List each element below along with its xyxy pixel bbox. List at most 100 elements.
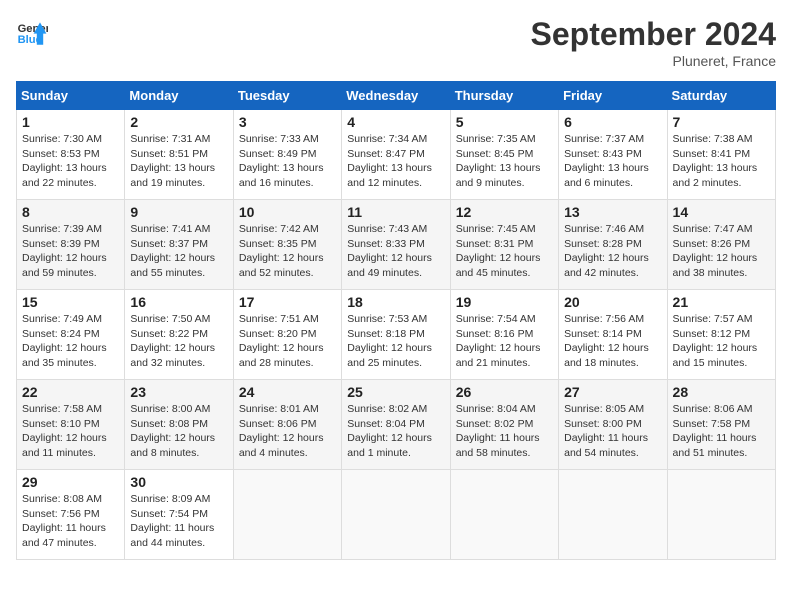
calendar-cell: 6 Sunrise: 7:37 AM Sunset: 8:43 PM Daylig… [559,110,667,200]
day-info: Sunrise: 7:58 AM Sunset: 8:10 PM Dayligh… [22,402,119,461]
day-number: 26 [456,384,553,400]
day-info: Sunrise: 7:39 AM Sunset: 8:39 PM Dayligh… [22,222,119,281]
day-number: 28 [673,384,770,400]
title-block: September 2024 Pluneret, France [531,16,776,69]
day-info: Sunrise: 8:01 AM Sunset: 8:06 PM Dayligh… [239,402,336,461]
day-info: Sunrise: 7:46 AM Sunset: 8:28 PM Dayligh… [564,222,661,281]
header-friday: Friday [559,82,667,110]
day-info: Sunrise: 7:50 AM Sunset: 8:22 PM Dayligh… [130,312,227,371]
day-number: 25 [347,384,444,400]
location: Pluneret, France [531,53,776,69]
calendar-cell: 4 Sunrise: 7:34 AM Sunset: 8:47 PM Daylig… [342,110,450,200]
day-number: 9 [130,204,227,220]
day-number: 15 [22,294,119,310]
calendar-week-row: 8 Sunrise: 7:39 AM Sunset: 8:39 PM Daylig… [17,200,776,290]
day-info: Sunrise: 7:53 AM Sunset: 8:18 PM Dayligh… [347,312,444,371]
calendar-cell: 18 Sunrise: 7:53 AM Sunset: 8:18 PM Dayli… [342,290,450,380]
calendar-cell: 14 Sunrise: 7:47 AM Sunset: 8:26 PM Dayli… [667,200,775,290]
day-number: 21 [673,294,770,310]
calendar-cell: 20 Sunrise: 7:56 AM Sunset: 8:14 PM Dayli… [559,290,667,380]
day-info: Sunrise: 8:08 AM Sunset: 7:56 PM Dayligh… [22,492,119,551]
calendar-cell: 22 Sunrise: 7:58 AM Sunset: 8:10 PM Dayli… [17,380,125,470]
day-info: Sunrise: 8:09 AM Sunset: 7:54 PM Dayligh… [130,492,227,551]
day-info: Sunrise: 7:37 AM Sunset: 8:43 PM Dayligh… [564,132,661,191]
day-info: Sunrise: 7:35 AM Sunset: 8:45 PM Dayligh… [456,132,553,191]
day-info: Sunrise: 7:45 AM Sunset: 8:31 PM Dayligh… [456,222,553,281]
calendar-cell: 28Sunrise: 8:06 AM Sunset: 7:58 PM Dayli… [667,380,775,470]
day-number: 19 [456,294,553,310]
day-info: Sunrise: 7:42 AM Sunset: 8:35 PM Dayligh… [239,222,336,281]
day-info: Sunrise: 8:02 AM Sunset: 8:04 PM Dayligh… [347,402,444,461]
day-number: 11 [347,204,444,220]
day-number: 7 [673,114,770,130]
calendar-cell: 23 Sunrise: 8:00 AM Sunset: 8:08 PM Dayli… [125,380,233,470]
day-number: 10 [239,204,336,220]
calendar-cell [667,470,775,560]
day-info: Sunrise: 7:38 AM Sunset: 8:41 PM Dayligh… [673,132,770,191]
logo: General Blue [16,16,48,48]
calendar-cell: 29 Sunrise: 8:08 AM Sunset: 7:56 PM Dayli… [17,470,125,560]
day-number: 14 [673,204,770,220]
calendar-cell [559,470,667,560]
day-number: 16 [130,294,227,310]
calendar-body: 1Sunrise: 7:30 AM Sunset: 8:53 PM Daylig… [17,110,776,560]
day-info: Sunrise: 7:47 AM Sunset: 8:26 PM Dayligh… [673,222,770,281]
calendar-cell [342,470,450,560]
header-monday: Monday [125,82,233,110]
header-saturday: Saturday [667,82,775,110]
day-number: 17 [239,294,336,310]
calendar-cell: 8 Sunrise: 7:39 AM Sunset: 8:39 PM Daylig… [17,200,125,290]
header-sunday: Sunday [17,82,125,110]
day-number: 5 [456,114,553,130]
day-info: Sunrise: 7:41 AM Sunset: 8:37 PM Dayligh… [130,222,227,281]
calendar-cell: 27 Sunrise: 8:05 AM Sunset: 8:00 PM Dayli… [559,380,667,470]
day-number: 13 [564,204,661,220]
day-number: 12 [456,204,553,220]
day-number: 22 [22,384,119,400]
day-number: 1 [22,114,119,130]
calendar-cell: 7 Sunrise: 7:38 AM Sunset: 8:41 PM Daylig… [667,110,775,200]
day-info: Sunrise: 8:04 AM Sunset: 8:02 PM Dayligh… [456,402,553,461]
day-number: 23 [130,384,227,400]
calendar-cell: 17 Sunrise: 7:51 AM Sunset: 8:20 PM Dayli… [233,290,341,380]
calendar-table: Sunday Monday Tuesday Wednesday Thursday… [16,81,776,560]
logo-icon: General Blue [16,16,48,48]
calendar-cell [450,470,558,560]
day-info: Sunrise: 8:00 AM Sunset: 8:08 PM Dayligh… [130,402,227,461]
day-number: 2 [130,114,227,130]
day-number: 8 [22,204,119,220]
day-info: Sunrise: 7:33 AM Sunset: 8:49 PM Dayligh… [239,132,336,191]
day-number: 3 [239,114,336,130]
weekday-header-row: Sunday Monday Tuesday Wednesday Thursday… [17,82,776,110]
calendar-cell: 2Sunrise: 7:31 AM Sunset: 8:51 PM Daylig… [125,110,233,200]
calendar-cell: 26 Sunrise: 8:04 AM Sunset: 8:02 PM Dayli… [450,380,558,470]
day-info: Sunrise: 7:34 AM Sunset: 8:47 PM Dayligh… [347,132,444,191]
day-number: 24 [239,384,336,400]
day-info: Sunrise: 8:05 AM Sunset: 8:00 PM Dayligh… [564,402,661,461]
day-number: 4 [347,114,444,130]
day-info: Sunrise: 7:43 AM Sunset: 8:33 PM Dayligh… [347,222,444,281]
calendar-cell: 12 Sunrise: 7:45 AM Sunset: 8:31 PM Dayli… [450,200,558,290]
day-number: 6 [564,114,661,130]
calendar-cell: 24 Sunrise: 8:01 AM Sunset: 8:06 PM Dayli… [233,380,341,470]
calendar-cell: 11 Sunrise: 7:43 AM Sunset: 8:33 PM Dayli… [342,200,450,290]
calendar-cell: 25 Sunrise: 8:02 AM Sunset: 8:04 PM Dayli… [342,380,450,470]
day-number: 20 [564,294,661,310]
day-info: Sunrise: 7:49 AM Sunset: 8:24 PM Dayligh… [22,312,119,371]
day-info: Sunrise: 7:57 AM Sunset: 8:12 PM Dayligh… [673,312,770,371]
calendar-cell: 1Sunrise: 7:30 AM Sunset: 8:53 PM Daylig… [17,110,125,200]
calendar-cell: 15 Sunrise: 7:49 AM Sunset: 8:24 PM Dayli… [17,290,125,380]
month-title: September 2024 [531,16,776,53]
header-tuesday: Tuesday [233,82,341,110]
calendar-cell: 3 Sunrise: 7:33 AM Sunset: 8:49 PM Daylig… [233,110,341,200]
calendar-week-row: 29 Sunrise: 8:08 AM Sunset: 7:56 PM Dayli… [17,470,776,560]
calendar-cell: 19Sunrise: 7:54 AM Sunset: 8:16 PM Dayli… [450,290,558,380]
day-number: 29 [22,474,119,490]
day-info: Sunrise: 7:56 AM Sunset: 8:14 PM Dayligh… [564,312,661,371]
calendar-week-row: 22 Sunrise: 7:58 AM Sunset: 8:10 PM Dayli… [17,380,776,470]
day-info: Sunrise: 7:51 AM Sunset: 8:20 PM Dayligh… [239,312,336,371]
day-number: 18 [347,294,444,310]
day-number: 27 [564,384,661,400]
header-thursday: Thursday [450,82,558,110]
calendar-cell: 30Sunrise: 8:09 AM Sunset: 7:54 PM Dayli… [125,470,233,560]
